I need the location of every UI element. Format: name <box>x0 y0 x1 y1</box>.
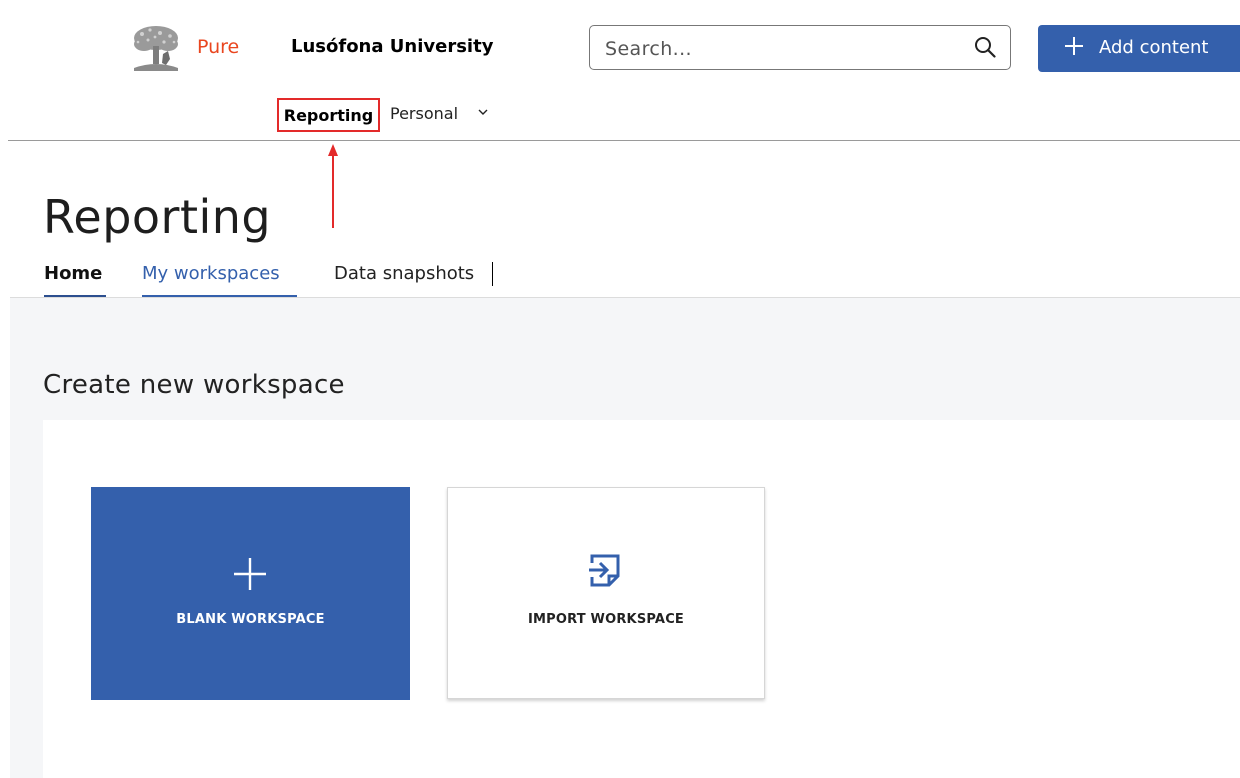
elsevier-logo-icon[interactable] <box>130 24 182 72</box>
blank-workspace-label: BLANK WORKSPACE <box>176 612 325 627</box>
header-divider <box>8 140 1240 141</box>
plus-icon <box>234 558 266 590</box>
nav-item-reporting[interactable]: Reporting <box>277 98 380 132</box>
search-icon[interactable] <box>974 36 996 58</box>
nav-item-personal[interactable]: Personal <box>390 104 458 123</box>
search-box[interactable] <box>589 25 1011 70</box>
tab-data-snapshots[interactable]: Data snapshots <box>334 263 474 284</box>
import-icon <box>589 554 620 587</box>
text-cursor <box>492 262 493 286</box>
section-title: Create new workspace <box>43 370 345 400</box>
nav-item-label: Reporting <box>283 105 374 125</box>
tab-home[interactable]: Home <box>44 263 102 284</box>
add-content-label: Add content <box>1099 37 1209 58</box>
blank-workspace-tile[interactable]: BLANK WORKSPACE <box>91 487 410 700</box>
search-input[interactable] <box>603 35 957 63</box>
add-content-button[interactable]: Add content <box>1038 25 1240 72</box>
chevron-down-icon[interactable] <box>477 106 489 118</box>
import-workspace-tile[interactable]: IMPORT WORKSPACE <box>447 487 765 699</box>
tab-my-workspaces[interactable]: My workspaces <box>142 263 280 284</box>
organization-name[interactable]: Lusófona University <box>291 36 493 57</box>
brand-name[interactable]: Pure <box>197 36 239 58</box>
plus-icon <box>1065 37 1083 55</box>
import-workspace-label: IMPORT WORKSPACE <box>527 612 685 627</box>
page-title: Reporting <box>43 190 272 244</box>
annotation-arrow-icon <box>328 144 338 228</box>
